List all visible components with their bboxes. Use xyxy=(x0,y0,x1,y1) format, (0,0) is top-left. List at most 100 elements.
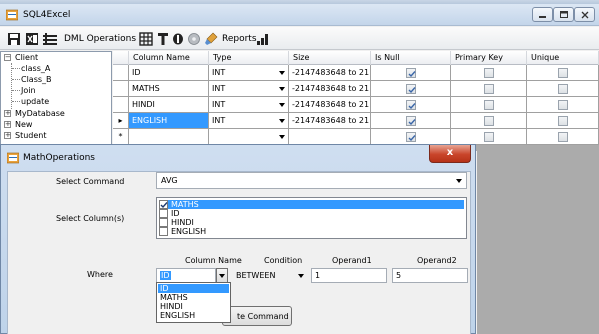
text-button[interactable] xyxy=(157,31,169,46)
execute-command-button[interactable]: te Command xyxy=(222,306,292,326)
cell-type-select[interactable]: INT xyxy=(209,65,289,81)
table-row[interactable]: MATHS INT -2147483648 to 21... xyxy=(113,81,599,97)
header-primary-key[interactable]: Primary Key xyxy=(451,51,527,65)
cell-size[interactable]: -2147483648 to 21... xyxy=(289,65,371,81)
table-row[interactable]: ID INT -2147483648 to 21... xyxy=(113,65,599,81)
checkbox[interactable] xyxy=(558,100,568,110)
chart-button[interactable] xyxy=(256,31,270,46)
dropdown-option-id[interactable]: ID xyxy=(158,284,229,293)
disk-button[interactable] xyxy=(187,31,201,46)
header-unique[interactable]: Unique xyxy=(527,51,599,65)
checkbox[interactable] xyxy=(558,84,568,94)
column-option-label: HINDI xyxy=(171,218,194,227)
checkbox[interactable] xyxy=(484,100,494,110)
clear-button[interactable] xyxy=(204,31,218,46)
chevron-down-icon xyxy=(298,274,304,278)
save-button[interactable] xyxy=(7,31,21,46)
cell-type-select[interactable]: INT xyxy=(209,97,289,113)
excel-button[interactable] xyxy=(25,31,39,46)
minimize-button[interactable] xyxy=(532,7,553,22)
chevron-down-icon[interactable] xyxy=(275,66,288,79)
row-header[interactable] xyxy=(113,81,129,97)
toggle-button[interactable] xyxy=(172,31,184,46)
checkbox[interactable] xyxy=(159,227,168,236)
close-window-button[interactable] xyxy=(574,7,595,22)
expand-icon[interactable]: + xyxy=(4,121,11,128)
cell-column-name[interactable]: MATHS xyxy=(129,81,209,97)
column-dropdown-list[interactable]: ID MATHS HINDI ENGLISH xyxy=(156,282,231,323)
checkbox[interactable] xyxy=(406,116,416,126)
expand-icon[interactable]: + xyxy=(4,110,11,117)
cell-column-name[interactable]: HINDI xyxy=(129,97,209,113)
checkbox[interactable] xyxy=(558,116,568,126)
checkbox[interactable] xyxy=(159,209,168,218)
header-column-name[interactable]: Column Name xyxy=(129,51,209,65)
checkbox[interactable] xyxy=(406,100,416,110)
cell-size[interactable]: -2147483648 to 21... xyxy=(289,113,371,129)
checkbox[interactable] xyxy=(159,218,168,227)
tree-item-join[interactable]: Join xyxy=(21,85,36,96)
cell-column-name[interactable] xyxy=(129,129,209,145)
header-is-null[interactable]: Is Null xyxy=(371,51,451,65)
row-header[interactable] xyxy=(113,97,129,113)
cell-type-select[interactable]: INT xyxy=(209,113,289,129)
where-column-dropdown-button[interactable] xyxy=(216,268,228,283)
columns-grid[interactable]: Column Name Type Size Is Null Primary Ke… xyxy=(113,51,599,151)
checkbox[interactable] xyxy=(406,132,416,142)
checkbox[interactable] xyxy=(406,84,416,94)
cell-type-select[interactable] xyxy=(209,129,289,145)
database-button[interactable] xyxy=(42,31,58,46)
cell-column-name[interactable]: ID xyxy=(129,65,209,81)
dropdown-option-english[interactable]: ENGLISH xyxy=(158,311,229,320)
maximize-button[interactable] xyxy=(553,7,574,22)
operand2-input[interactable]: 5 xyxy=(392,268,468,283)
checkbox[interactable] xyxy=(484,84,494,94)
condition-select[interactable]: BETWEEN xyxy=(236,268,308,283)
cell-size[interactable]: -2147483648 to 21... xyxy=(289,97,371,113)
cell-size[interactable] xyxy=(289,129,371,145)
tree-item-class-b[interactable]: Class_B xyxy=(21,74,52,85)
column-option-id[interactable]: ID xyxy=(159,209,464,218)
where-column-select[interactable]: ID xyxy=(156,268,216,283)
column-option-maths[interactable]: MATHS xyxy=(159,200,464,209)
reports-button[interactable]: Reports xyxy=(222,31,257,46)
cell-is-null xyxy=(371,129,451,145)
chevron-down-icon[interactable] xyxy=(275,130,288,143)
header-type[interactable]: Type xyxy=(209,51,289,65)
tree-item-update[interactable]: update xyxy=(21,96,49,107)
table-button[interactable] xyxy=(139,31,153,46)
columns-checklist[interactable]: MATHS ID HINDI ENGLISH xyxy=(156,197,467,239)
dropdown-option-hindi[interactable]: HINDI xyxy=(158,302,229,311)
row-header[interactable] xyxy=(113,65,129,81)
checkbox[interactable] xyxy=(558,132,568,142)
dml-operations-button[interactable]: DML Operations xyxy=(64,31,136,46)
chevron-down-icon[interactable] xyxy=(275,114,288,127)
column-option-english[interactable]: ENGLISH xyxy=(159,227,464,236)
checkbox[interactable] xyxy=(484,116,494,126)
table-row[interactable]: HINDI INT -2147483648 to 21... xyxy=(113,97,599,113)
tree-item-class-a[interactable]: class_A xyxy=(21,63,50,74)
table-row[interactable]: ▸ ENGLISH INT -2147483648 to 21... xyxy=(113,113,599,129)
checkbox[interactable] xyxy=(484,132,494,142)
database-tree[interactable]: − Client class_A Class_B Join update + M… xyxy=(0,51,112,151)
collapse-icon[interactable]: − xyxy=(4,54,11,61)
header-size[interactable]: Size xyxy=(289,51,371,65)
dialog-close-button[interactable]: x xyxy=(429,145,471,163)
checkbox[interactable] xyxy=(484,68,494,78)
row-header[interactable]: * xyxy=(113,129,129,145)
cell-size[interactable]: -2147483648 to 21... xyxy=(289,81,371,97)
checkbox[interactable] xyxy=(406,68,416,78)
checkbox[interactable] xyxy=(159,200,168,209)
cell-column-name[interactable]: ENGLISH xyxy=(129,113,209,129)
dropdown-option-maths[interactable]: MATHS xyxy=(158,293,229,302)
row-header[interactable]: ▸ xyxy=(113,113,129,129)
cell-type-select[interactable]: INT xyxy=(209,81,289,97)
table-row[interactable]: * xyxy=(113,129,599,145)
chevron-down-icon[interactable] xyxy=(275,82,288,95)
column-option-hindi[interactable]: HINDI xyxy=(159,218,464,227)
operand1-input[interactable]: 1 xyxy=(311,268,387,283)
command-select[interactable]: AVG xyxy=(156,172,467,189)
expand-icon[interactable]: + xyxy=(4,132,11,139)
chevron-down-icon[interactable] xyxy=(275,98,288,111)
checkbox[interactable] xyxy=(558,68,568,78)
